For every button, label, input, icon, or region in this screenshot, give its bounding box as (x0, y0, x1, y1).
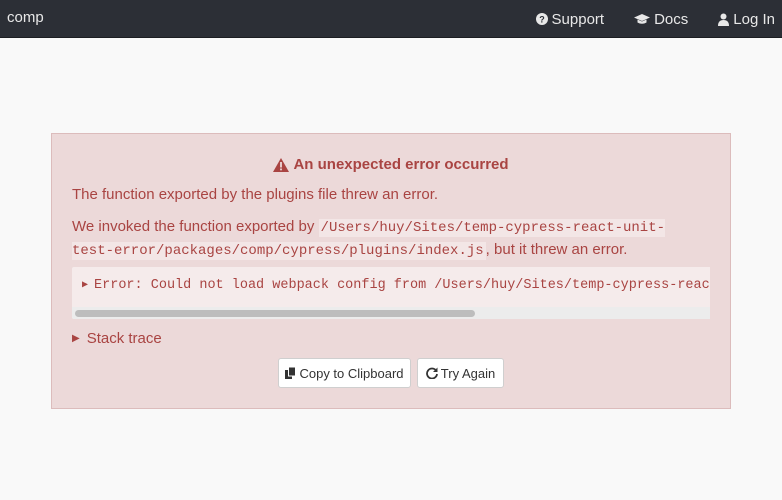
expand-triangle-icon: ▶ (72, 333, 80, 344)
nav-support-link[interactable]: ? Support (535, 10, 605, 28)
expand-triangle-icon: ▶ (82, 280, 89, 291)
nav-menu: ? Support Docs Log In (535, 0, 782, 38)
error-code-text: Error: Could not load webpack config fro… (94, 278, 710, 293)
warning-icon (273, 157, 290, 172)
copy-icon (285, 367, 297, 379)
svg-text:?: ? (539, 15, 545, 25)
error-title-text: An unexpected error occurred (293, 156, 509, 173)
nav-login-link[interactable]: Log In (718, 11, 775, 28)
top-navigation-bar: comp ? Support Docs Log In (0, 0, 782, 38)
refresh-icon (425, 367, 438, 379)
user-icon (718, 13, 730, 26)
error-code-line[interactable]: ▶ Error: Could not load webpack config fr… (82, 278, 710, 293)
try-again-button[interactable]: Try Again (417, 358, 504, 388)
nav-support-label: Support (551, 10, 605, 28)
copy-button-label: Copy to Clipboard (299, 365, 404, 381)
horizontal-scrollbar[interactable] (72, 307, 710, 319)
copy-to-clipboard-button[interactable]: Copy to Clipboard (278, 358, 411, 388)
try-again-button-label: Try Again (440, 365, 496, 381)
error-message: The function exported by the plugins fil… (72, 186, 439, 203)
error-detail-suffix: , but it threw an error. (485, 241, 628, 258)
stack-trace-label: Stack trace (86, 330, 162, 347)
app-title: comp (7, 9, 44, 26)
error-title: An unexpected error occurred (52, 156, 730, 173)
stack-trace-toggle[interactable]: ▶ Stack trace (72, 330, 162, 347)
error-code-block[interactable]: ▶ Error: Could not load webpack config fr… (72, 267, 710, 319)
error-panel: An unexpected error occurred The functio… (51, 133, 731, 409)
error-detail-prefix: We invoked the function exported by (72, 218, 319, 235)
scrollbar-thumb[interactable] (75, 310, 475, 317)
nav-docs-link[interactable]: Docs (634, 11, 688, 28)
error-detail-message: We invoked the function exported by /Use… (72, 216, 672, 262)
nav-docs-label: Docs (654, 10, 689, 28)
graduation-cap-icon (634, 13, 651, 25)
nav-login-label: Log In (733, 10, 775, 28)
question-circle-icon: ? (535, 13, 548, 25)
